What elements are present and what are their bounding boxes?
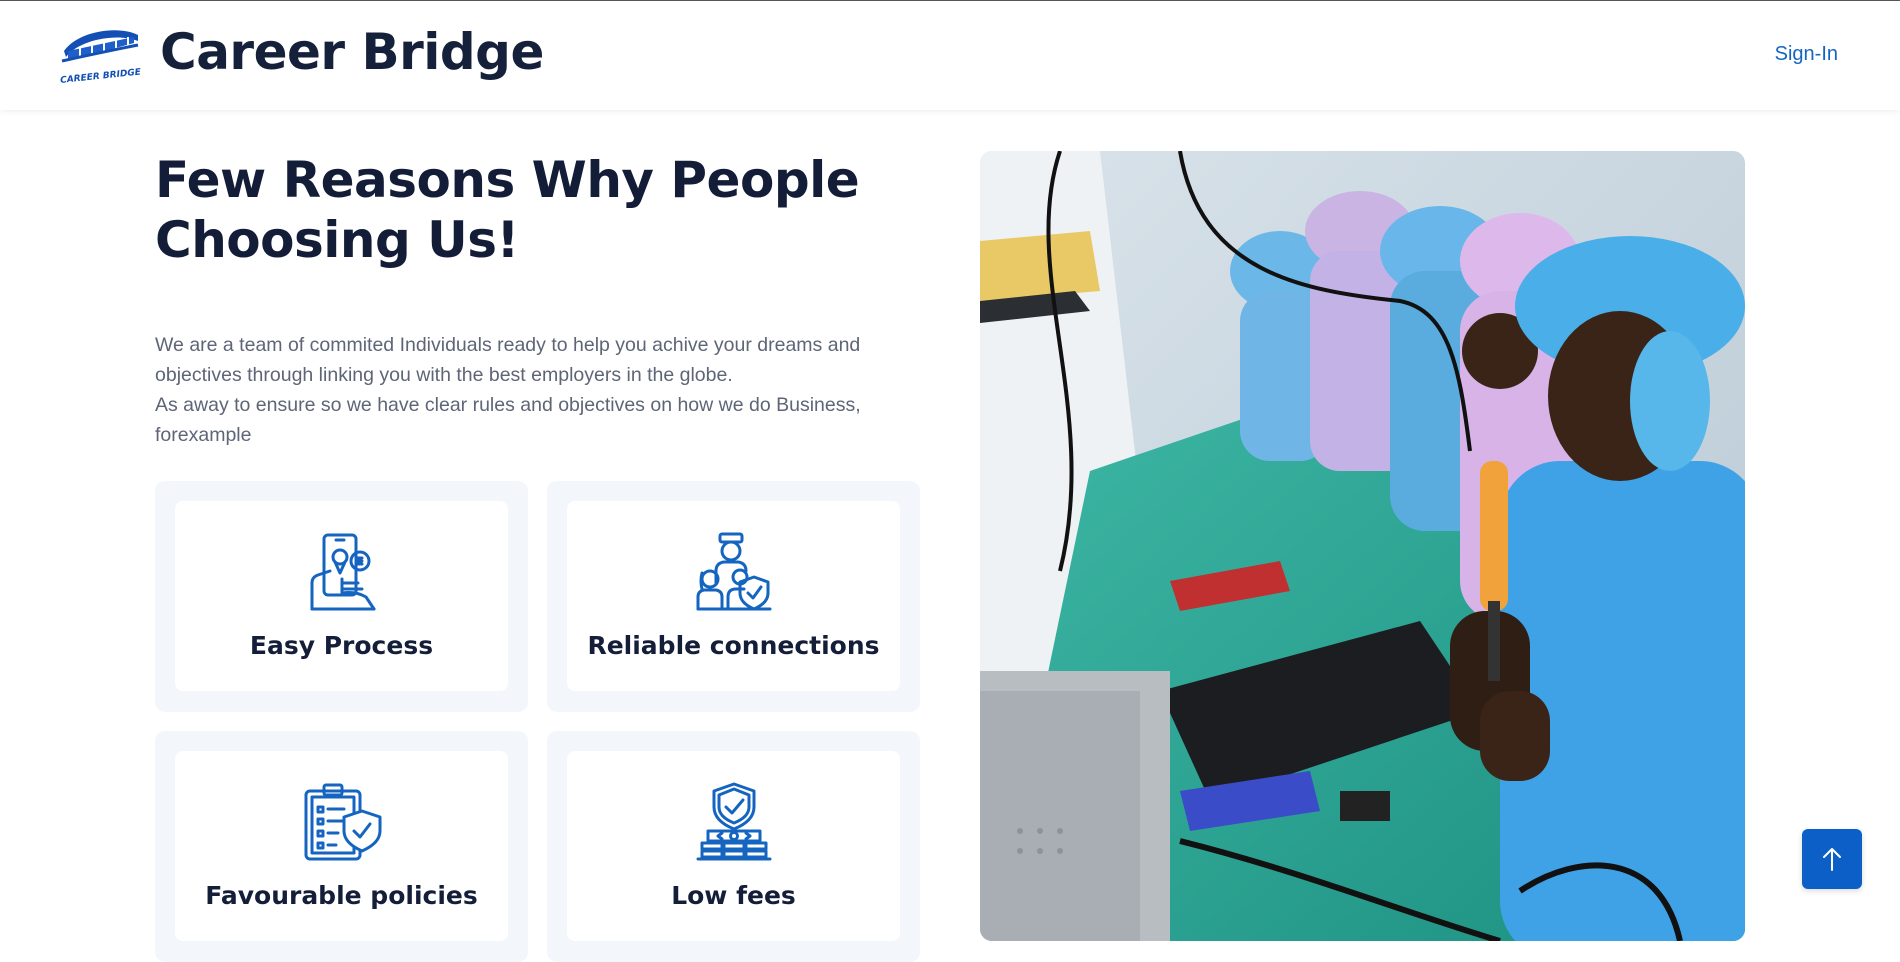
- section-heading: Few Reasons Why People Choosing Us!: [155, 151, 860, 269]
- back-to-top-button[interactable]: [1802, 829, 1862, 889]
- family-shield-icon: [696, 532, 771, 611]
- shield-money-icon: [696, 782, 771, 861]
- factory-workers-image: [980, 151, 1745, 941]
- feature-card-low-fees: Low fees: [547, 731, 920, 962]
- clipboard-shield-icon: [304, 783, 381, 861]
- brand-name: Career Bridge: [160, 23, 544, 81]
- feature-card-favourable-policies: Favourable policies: [155, 731, 528, 962]
- workers-photo: [980, 151, 1745, 941]
- logo-text: CAREER BRIDGE: [60, 67, 142, 83]
- feature-title: Reliable connections: [587, 631, 880, 660]
- feature-title: Easy Process: [249, 631, 434, 660]
- career-bridge-logo: CAREER BRIDGE: [60, 30, 142, 83]
- feature-card-easy-process: Easy Process: [155, 481, 528, 712]
- description-line-2: As away to ensure so we have clear rules…: [155, 394, 861, 446]
- description-line-1: We are a team of commited Individuals re…: [155, 334, 861, 386]
- arrow-up-icon: [1823, 848, 1841, 871]
- feature-title: Low fees: [671, 881, 796, 910]
- signin-link[interactable]: Sign-In: [1775, 43, 1838, 66]
- section-description: We are a team of commited Individuals re…: [155, 330, 915, 450]
- mobile-hand-icon: [310, 533, 375, 611]
- feature-title: Favourable policies: [205, 881, 478, 910]
- navbar: CAREER BRIDGE Career Bridge Sign-In: [0, 0, 1900, 110]
- feature-card-reliable-connections: Reliable connections: [547, 481, 920, 712]
- brand[interactable]: CAREER BRIDGE Career Bridge: [58, 21, 545, 83]
